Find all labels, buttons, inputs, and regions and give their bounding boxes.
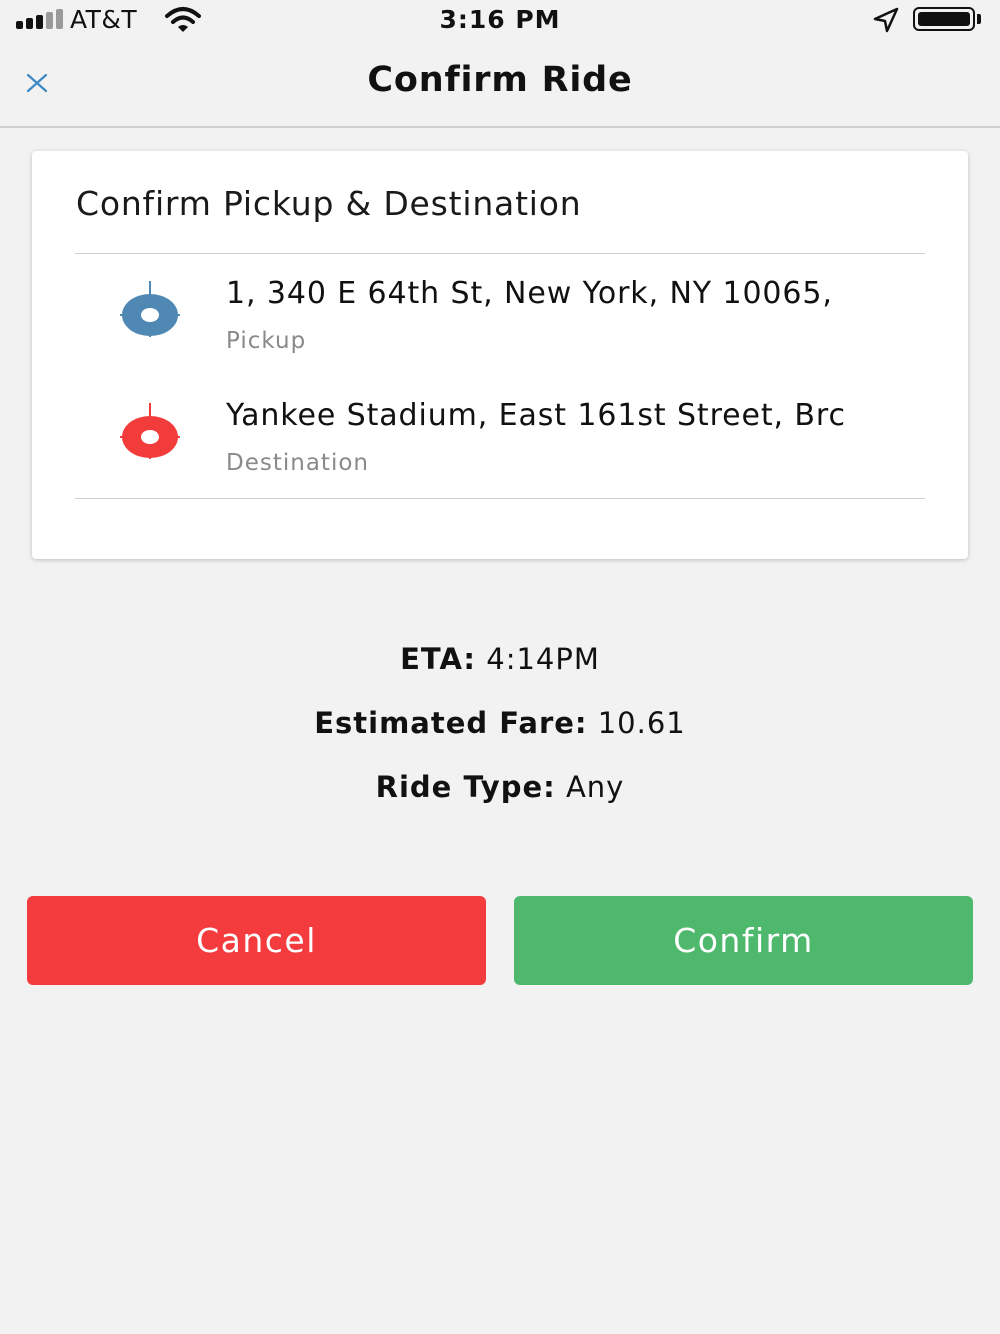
ride-type-value: Any [565, 770, 625, 804]
pickup-address: 1, 340 E 64th St, New York, NY 10065, [226, 276, 833, 311]
eta-label: ETA: [400, 642, 477, 676]
cancel-button[interactable]: Cancel [27, 896, 486, 985]
pickup-destination-card: Confirm Pickup & Destination 1, 340 E 64… [32, 151, 968, 559]
ride-type-line: Ride Type: Any [0, 770, 1000, 804]
battery-icon [913, 7, 975, 31]
divider [75, 498, 925, 499]
ride-type-label: Ride Type: [375, 770, 556, 804]
destination-crosshair-icon [120, 403, 180, 459]
pickup-label: Pickup [226, 328, 307, 354]
destination-row[interactable]: Yankee Stadium, East 161st Street, Brc D… [75, 376, 925, 486]
fare-value: 10.61 [597, 706, 686, 740]
pickup-row[interactable]: 1, 340 E 64th St, New York, NY 10065, Pi… [75, 254, 925, 364]
location-arrow-icon [873, 7, 899, 33]
card-title: Confirm Pickup & Destination [76, 184, 582, 223]
eta-line: ETA: 4:14PM [0, 642, 1000, 676]
eta-value: 4:14PM [486, 642, 600, 676]
battery-cap [977, 14, 981, 24]
status-time: 3:16 PM [439, 5, 561, 34]
confirm-button[interactable]: Confirm [514, 896, 973, 985]
fare-label: Estimated Fare: [314, 706, 588, 740]
fare-line: Estimated Fare: 10.61 [0, 706, 1000, 740]
navigation-bar: Confirm Ride [0, 42, 1000, 128]
status-bar: AT&T 3:16 PM [0, 0, 1000, 42]
destination-address: Yankee Stadium, East 161st Street, Brc [226, 398, 846, 433]
destination-label: Destination [226, 450, 369, 476]
page-title: Confirm Ride [367, 60, 633, 100]
pickup-crosshair-icon [120, 281, 180, 337]
